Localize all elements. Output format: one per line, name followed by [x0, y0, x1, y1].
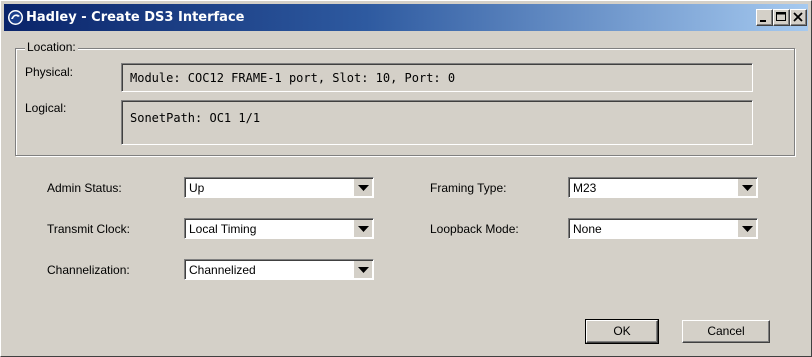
- maximize-icon: [776, 12, 786, 21]
- cancel-button[interactable]: Cancel: [682, 320, 770, 343]
- chevron-down-icon: [742, 185, 753, 191]
- chevron-down-icon: [358, 267, 369, 273]
- hadley-app-icon: [8, 10, 23, 25]
- channelization-dropdown-button[interactable]: [354, 261, 372, 278]
- loopback-mode-value: None: [573, 222, 602, 236]
- admin-status-value: Up: [189, 181, 205, 195]
- ok-button[interactable]: OK: [585, 319, 659, 344]
- chevron-down-icon: [358, 185, 369, 191]
- minimize-icon: [760, 20, 766, 22]
- transmit-clock-label: Transmit Clock:: [47, 222, 130, 236]
- framing-type-value: M23: [573, 181, 597, 195]
- close-icon: [793, 12, 803, 22]
- transmit-clock-dropdown[interactable]: Local Timing: [184, 218, 374, 239]
- channelization-dropdown[interactable]: Channelized: [184, 259, 374, 280]
- maximize-button[interactable]: [773, 9, 790, 26]
- framing-type-label: Framing Type:: [430, 181, 507, 195]
- title-bar[interactable]: Hadley - Create DS3 Interface: [4, 4, 808, 31]
- loopback-mode-dropdown[interactable]: None: [568, 218, 758, 239]
- admin-status-label: Admin Status:: [47, 181, 122, 195]
- physical-label: Physical:: [25, 65, 74, 79]
- loopback-mode-dropdown-button[interactable]: [738, 220, 756, 237]
- chevron-down-icon: [742, 226, 753, 232]
- minimize-button[interactable]: [756, 9, 773, 26]
- channelization-label: Channelization:: [47, 263, 130, 277]
- logical-label: Logical:: [25, 101, 67, 115]
- chevron-down-icon: [358, 226, 369, 232]
- logical-field: SonetPath: OC1 1/1: [121, 100, 753, 145]
- transmit-clock-dropdown-button[interactable]: [354, 220, 372, 237]
- dialog-window: Hadley - Create DS3 Interface Location: …: [0, 0, 812, 357]
- admin-status-dropdown[interactable]: Up: [184, 177, 374, 198]
- physical-field: Module: COC12 FRAME-1 port, Slot: 10, Po…: [121, 63, 753, 92]
- loopback-mode-label: Loopback Mode:: [430, 222, 519, 236]
- transmit-clock-value: Local Timing: [189, 222, 257, 236]
- admin-status-dropdown-button[interactable]: [354, 179, 372, 196]
- physical-value: Module: COC12 FRAME-1 port, Slot: 10, Po…: [130, 71, 456, 85]
- window-title: Hadley - Create DS3 Interface: [26, 10, 245, 25]
- framing-type-dropdown[interactable]: M23: [568, 177, 758, 198]
- logical-value: SonetPath: OC1 1/1: [130, 111, 261, 125]
- close-button[interactable]: [790, 9, 807, 26]
- channelization-value: Channelized: [189, 263, 256, 277]
- framing-type-dropdown-button[interactable]: [738, 179, 756, 196]
- location-legend: Location:: [25, 40, 78, 54]
